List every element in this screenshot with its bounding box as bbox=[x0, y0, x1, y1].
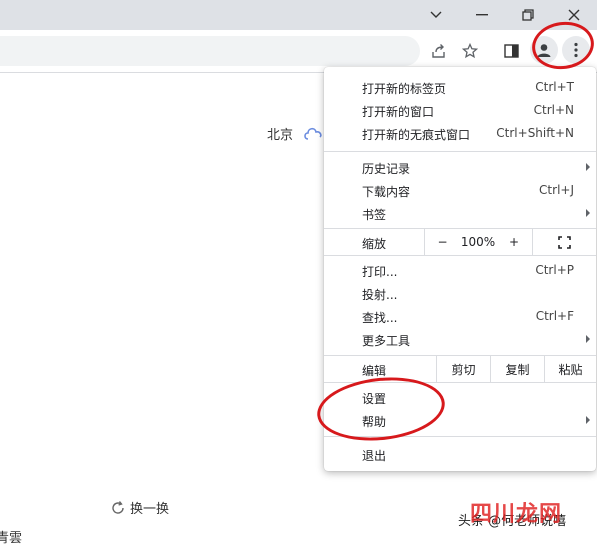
weather-cloud-icon bbox=[304, 127, 322, 140]
submenu-arrow-icon bbox=[586, 416, 590, 424]
menu-shortcut: Ctrl+N bbox=[533, 103, 574, 117]
refresh-link[interactable]: 换一换 bbox=[110, 498, 169, 517]
side-panel-icon bbox=[503, 44, 519, 58]
minimize-icon bbox=[476, 14, 488, 16]
cut-button[interactable]: 剪切 bbox=[436, 356, 490, 382]
submenu-arrow-icon bbox=[586, 163, 590, 171]
minimize-button[interactable] bbox=[459, 0, 505, 30]
menu-item-bookmarks[interactable]: 书签 bbox=[324, 202, 596, 225]
refresh-icon bbox=[112, 500, 124, 514]
menu-item-print[interactable]: 打印... Ctrl+P bbox=[324, 259, 596, 282]
submenu-arrow-icon bbox=[586, 335, 590, 343]
menu-shortcut: Ctrl+J bbox=[539, 183, 574, 197]
menu-item-label: 退出 bbox=[362, 449, 387, 463]
menu-item-label: 打印... bbox=[362, 265, 398, 279]
zoom-in-button[interactable]: + bbox=[496, 229, 532, 255]
paste-button[interactable]: 粘贴 bbox=[544, 356, 596, 382]
address-bar[interactable] bbox=[0, 36, 420, 66]
submenu-arrow-icon bbox=[586, 209, 590, 217]
share-icon bbox=[432, 44, 445, 58]
zoom-level: 100% bbox=[460, 235, 496, 249]
menu-item-find[interactable]: 查找... Ctrl+F bbox=[324, 305, 596, 328]
zoom-label: 缩放 bbox=[362, 237, 387, 251]
menu-separator bbox=[324, 151, 596, 152]
title-bar bbox=[0, 0, 597, 30]
restore-icon bbox=[522, 9, 534, 21]
menu-item-more-tools[interactable]: 更多工具 bbox=[324, 328, 596, 351]
location-label: 北京 bbox=[267, 128, 294, 143]
bottom-text-fragment: 青雲 bbox=[0, 531, 23, 546]
refresh-label: 换一换 bbox=[130, 502, 170, 517]
copy-button[interactable]: 复制 bbox=[490, 356, 544, 382]
menu-item-cast[interactable]: 投射... bbox=[324, 282, 596, 305]
chevron-down-icon bbox=[430, 11, 442, 18]
restore-button[interactable] bbox=[505, 0, 551, 30]
menu-edit-row: 编辑 剪切 复制 粘贴 bbox=[324, 356, 596, 382]
menu-item-new-tab[interactable]: 打开新的标签页 Ctrl+T bbox=[324, 76, 596, 99]
menu-separator bbox=[324, 255, 596, 256]
watermark-logo: 四川龙网 bbox=[470, 502, 563, 527]
menu-item-new-window[interactable]: 打开新的窗口 Ctrl+N bbox=[324, 99, 596, 122]
share-button[interactable] bbox=[424, 36, 454, 66]
zoom-out-button[interactable]: − bbox=[424, 229, 460, 255]
menu-item-downloads[interactable]: 下载内容 Ctrl+J bbox=[324, 179, 596, 202]
menu-shortcut: Ctrl+Shift+N bbox=[496, 126, 574, 140]
menu-item-label: 下载内容 bbox=[362, 185, 411, 199]
menu-item-label: 查找... bbox=[362, 311, 398, 325]
fullscreen-button[interactable] bbox=[532, 229, 596, 255]
menu-shortcut: Ctrl+F bbox=[535, 309, 574, 323]
menu-shortcut: Ctrl+T bbox=[535, 80, 574, 94]
tab-search-button[interactable] bbox=[413, 0, 459, 30]
edit-label: 编辑 bbox=[362, 364, 387, 378]
menu-item-exit[interactable]: 退出 bbox=[324, 443, 596, 466]
menu-item-label: 书签 bbox=[362, 208, 387, 222]
close-icon bbox=[568, 9, 580, 21]
menu-shortcut: Ctrl+P bbox=[535, 263, 574, 277]
bookmark-star-button[interactable] bbox=[455, 36, 485, 66]
menu-item-label: 打开新的标签页 bbox=[362, 82, 447, 96]
menu-item-label: 更多工具 bbox=[362, 334, 411, 348]
side-panel-button[interactable] bbox=[496, 36, 526, 66]
fullscreen-icon bbox=[558, 235, 571, 249]
menu-item-label: 打开新的窗口 bbox=[362, 105, 435, 119]
menu-item-label: 历史记录 bbox=[362, 162, 411, 176]
menu-zoom-row: 缩放 − 100% + bbox=[324, 229, 596, 255]
star-icon bbox=[462, 43, 478, 59]
menu-item-label: 打开新的无痕式窗口 bbox=[362, 128, 471, 142]
menu-item-label: 投射... bbox=[362, 288, 398, 302]
menu-item-history[interactable]: 历史记录 bbox=[324, 156, 596, 179]
menu-item-new-incognito[interactable]: 打开新的无痕式窗口 Ctrl+Shift+N bbox=[324, 122, 596, 145]
